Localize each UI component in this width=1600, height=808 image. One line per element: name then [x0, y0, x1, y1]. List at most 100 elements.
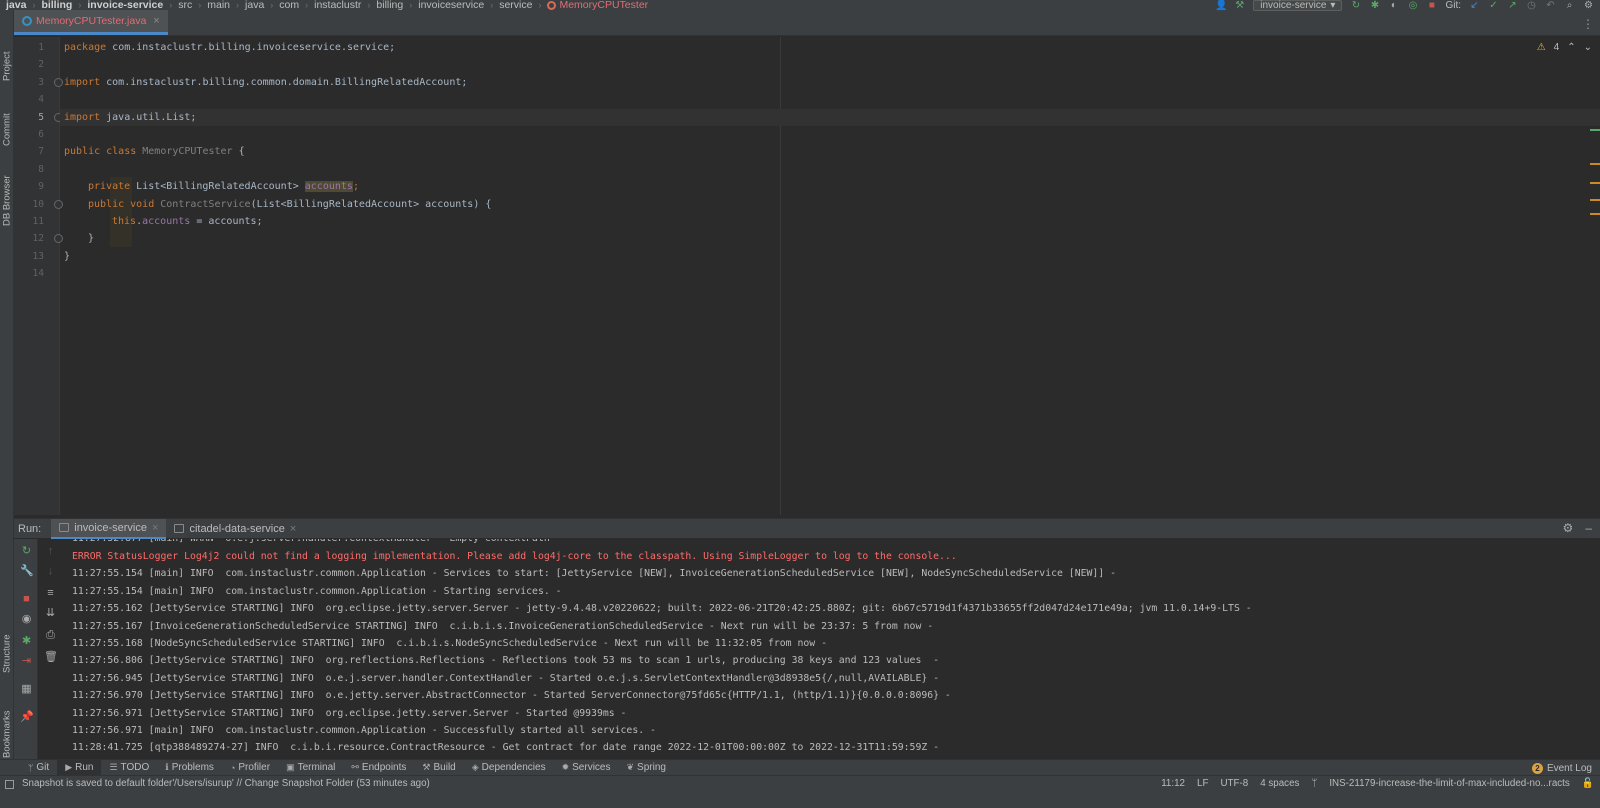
- chevron-up-icon[interactable]: ⌃: [1567, 42, 1575, 53]
- git-push-icon[interactable]: ↗: [1507, 0, 1518, 11]
- code-text: }: [64, 250, 71, 262]
- layout-icon[interactable]: ▦: [20, 683, 33, 696]
- error-stripe-mark[interactable]: [1590, 182, 1600, 184]
- soft-wrap-icon[interactable]: ≡: [44, 587, 57, 600]
- error-stripe-mark[interactable]: [1590, 199, 1600, 201]
- code-text: ;: [352, 181, 359, 193]
- line-number: 6: [38, 129, 44, 140]
- git-update-icon[interactable]: ↙: [1469, 0, 1480, 11]
- toolwindow-dependencies[interactable]: ◈ Dependencies: [464, 760, 554, 776]
- line-number: 9: [38, 181, 44, 193]
- editor-tab-memorycputester[interactable]: MemoryCPUTester.java ×: [14, 10, 168, 35]
- arrow-down-icon[interactable]: ↓: [44, 565, 57, 578]
- error-stripe-mark[interactable]: [1590, 163, 1600, 165]
- git-commit-icon[interactable]: ✓: [1488, 0, 1499, 11]
- run-configuration-select[interactable]: invoice-service ▾: [1253, 0, 1343, 11]
- history-icon[interactable]: ◷: [1526, 0, 1537, 11]
- stop-icon[interactable]: ■: [20, 593, 33, 606]
- chevron-right-icon: ›: [198, 0, 202, 10]
- structure-tool-tab[interactable]: Structure: [0, 611, 14, 673]
- close-icon[interactable]: ×: [153, 15, 159, 27]
- rerun-icon[interactable]: ↻: [1350, 0, 1361, 11]
- chevron-down-icon[interactable]: ⌄: [1584, 42, 1592, 53]
- crumb-com[interactable]: com: [279, 0, 299, 11]
- inspection-widget[interactable]: ⚠ 4 ⌃ ⌄: [1537, 42, 1592, 53]
- toolwindow-label: Git: [36, 762, 50, 773]
- error-stripe-mark[interactable]: [1590, 213, 1600, 215]
- trash-icon[interactable]: 🗑: [44, 651, 58, 664]
- close-icon[interactable]: ×: [152, 522, 158, 534]
- lock-icon[interactable]: 🔓: [1582, 778, 1594, 789]
- error-stripe-mark[interactable]: [1590, 129, 1600, 131]
- profile-icon[interactable]: ◎: [1407, 0, 1418, 11]
- toolwindow-todo[interactable]: ☰ TODO: [101, 760, 157, 776]
- chevron-right-icon: ›: [538, 0, 542, 10]
- more-vertical-icon[interactable]: ⋮: [1582, 17, 1594, 31]
- class-icon: [547, 1, 557, 10]
- tool-windows-toggle-icon[interactable]: [5, 780, 14, 789]
- git-branch[interactable]: INS-21179-increase-the-limit-of-max-incl…: [1329, 778, 1569, 789]
- spring-leaf-icon: ❦: [626, 762, 635, 772]
- hammer-icon: ⚒: [422, 762, 431, 772]
- console-output[interactable]: 11:27:52.877 [main] WARN o.e.j.server.ha…: [62, 539, 1600, 759]
- crumb-instaclustr[interactable]: instaclustr: [314, 0, 361, 11]
- toolwindow-services[interactable]: ✹ Services: [554, 760, 619, 776]
- rollback-icon[interactable]: ↶: [1545, 0, 1556, 11]
- git-branch-icon: ᛘ: [1311, 778, 1318, 789]
- bookmarks-tool-tab[interactable]: Bookmarks: [0, 683, 14, 758]
- toolwindow-run[interactable]: ▶ Run: [57, 759, 102, 776]
- project-tool-tab[interactable]: Project: [0, 21, 14, 81]
- git-branch-icon: ᛘ: [28, 762, 34, 773]
- db-browser-tool-tab[interactable]: DB Browser: [0, 151, 14, 226]
- user-icon[interactable]: 👤: [1215, 0, 1227, 11]
- crumb-src[interactable]: src: [178, 0, 192, 11]
- toolwindow-terminal[interactable]: ▣ Terminal: [278, 760, 343, 776]
- crumb-billing-pkg[interactable]: billing: [376, 0, 403, 11]
- list-icon: ☰: [109, 762, 118, 772]
- toolwindow-endpoints[interactable]: ⚯ Endpoints: [343, 760, 414, 776]
- camera-icon[interactable]: ◉: [20, 613, 33, 626]
- toolwindow-profiler[interactable]: ◔ Profiler: [222, 760, 278, 776]
- log-line: 11:27:55.168 [NodeSyncScheduledService S…: [72, 638, 827, 649]
- run-tab-invoice-service[interactable]: invoice-service ×: [51, 518, 167, 539]
- toolwindow-problems[interactable]: ℹ Problems: [157, 760, 222, 776]
- endpoints-icon: ⚯: [351, 762, 359, 772]
- code-editor[interactable]: 1 2 3 4 5 6 7 8 9 10 11 12 13 14 package…: [14, 37, 1600, 515]
- minimize-icon[interactable]: –: [1585, 521, 1592, 535]
- coverage-icon[interactable]: ◐: [1388, 0, 1399, 11]
- log-line: 11:27:56.945 [JettyService STARTING] INF…: [72, 672, 940, 684]
- hammer-icon[interactable]: ⚒: [1234, 0, 1245, 11]
- gear-icon[interactable]: ⚙: [1563, 521, 1574, 535]
- indent-setting[interactable]: 4 spaces: [1260, 778, 1299, 789]
- crumb-main[interactable]: main: [207, 0, 230, 11]
- toolwindow-git[interactable]: ᛘ Git: [20, 760, 57, 776]
- close-icon[interactable]: ×: [290, 523, 296, 535]
- crumb-service[interactable]: service: [499, 0, 532, 11]
- event-log-button[interactable]: 2 Event Log: [1531, 760, 1592, 776]
- gear-icon[interactable]: ⚙: [1583, 0, 1594, 11]
- log-line: 11:27:56.971 [JettyService STARTING] INF…: [72, 707, 627, 719]
- print-icon[interactable]: ⎙: [44, 629, 57, 642]
- debug-icon[interactable]: ✱: [1369, 0, 1380, 11]
- exit-icon[interactable]: ⇥: [20, 655, 33, 668]
- arrow-up-icon[interactable]: ↑: [44, 545, 57, 558]
- scroll-to-end-icon[interactable]: ⇊: [44, 607, 57, 620]
- crumb-java-dir[interactable]: java: [245, 0, 264, 11]
- file-encoding[interactable]: UTF-8: [1220, 778, 1248, 789]
- search-icon[interactable]: ⌕: [1564, 0, 1575, 11]
- toolwindow-build[interactable]: ⚒ Build: [414, 760, 463, 776]
- code-area[interactable]: package com.instaclustr.billing.invoices…: [60, 37, 1600, 515]
- rerun-icon[interactable]: ↻: [20, 545, 33, 558]
- crumb-invoiceservice[interactable]: invoiceservice: [418, 0, 484, 11]
- line-separator[interactable]: LF: [1197, 778, 1208, 789]
- toolwindow-spring[interactable]: ❦ Spring: [619, 760, 674, 776]
- pin-icon[interactable]: 📌: [20, 711, 34, 724]
- run-tab-citadel-data-service[interactable]: citadel-data-service ×: [166, 519, 304, 539]
- commit-tool-tab[interactable]: Commit: [0, 91, 14, 146]
- wrench-icon[interactable]: 🔧: [20, 565, 34, 578]
- crumb-memorycputester[interactable]: MemoryCPUTester: [559, 0, 648, 11]
- stop-icon[interactable]: ■: [1426, 0, 1437, 11]
- caret-position[interactable]: 11:12: [1161, 778, 1185, 789]
- status-message[interactable]: Snapshot is saved to default folder'/Use…: [22, 778, 430, 789]
- debug-icon[interactable]: ✱: [20, 635, 33, 648]
